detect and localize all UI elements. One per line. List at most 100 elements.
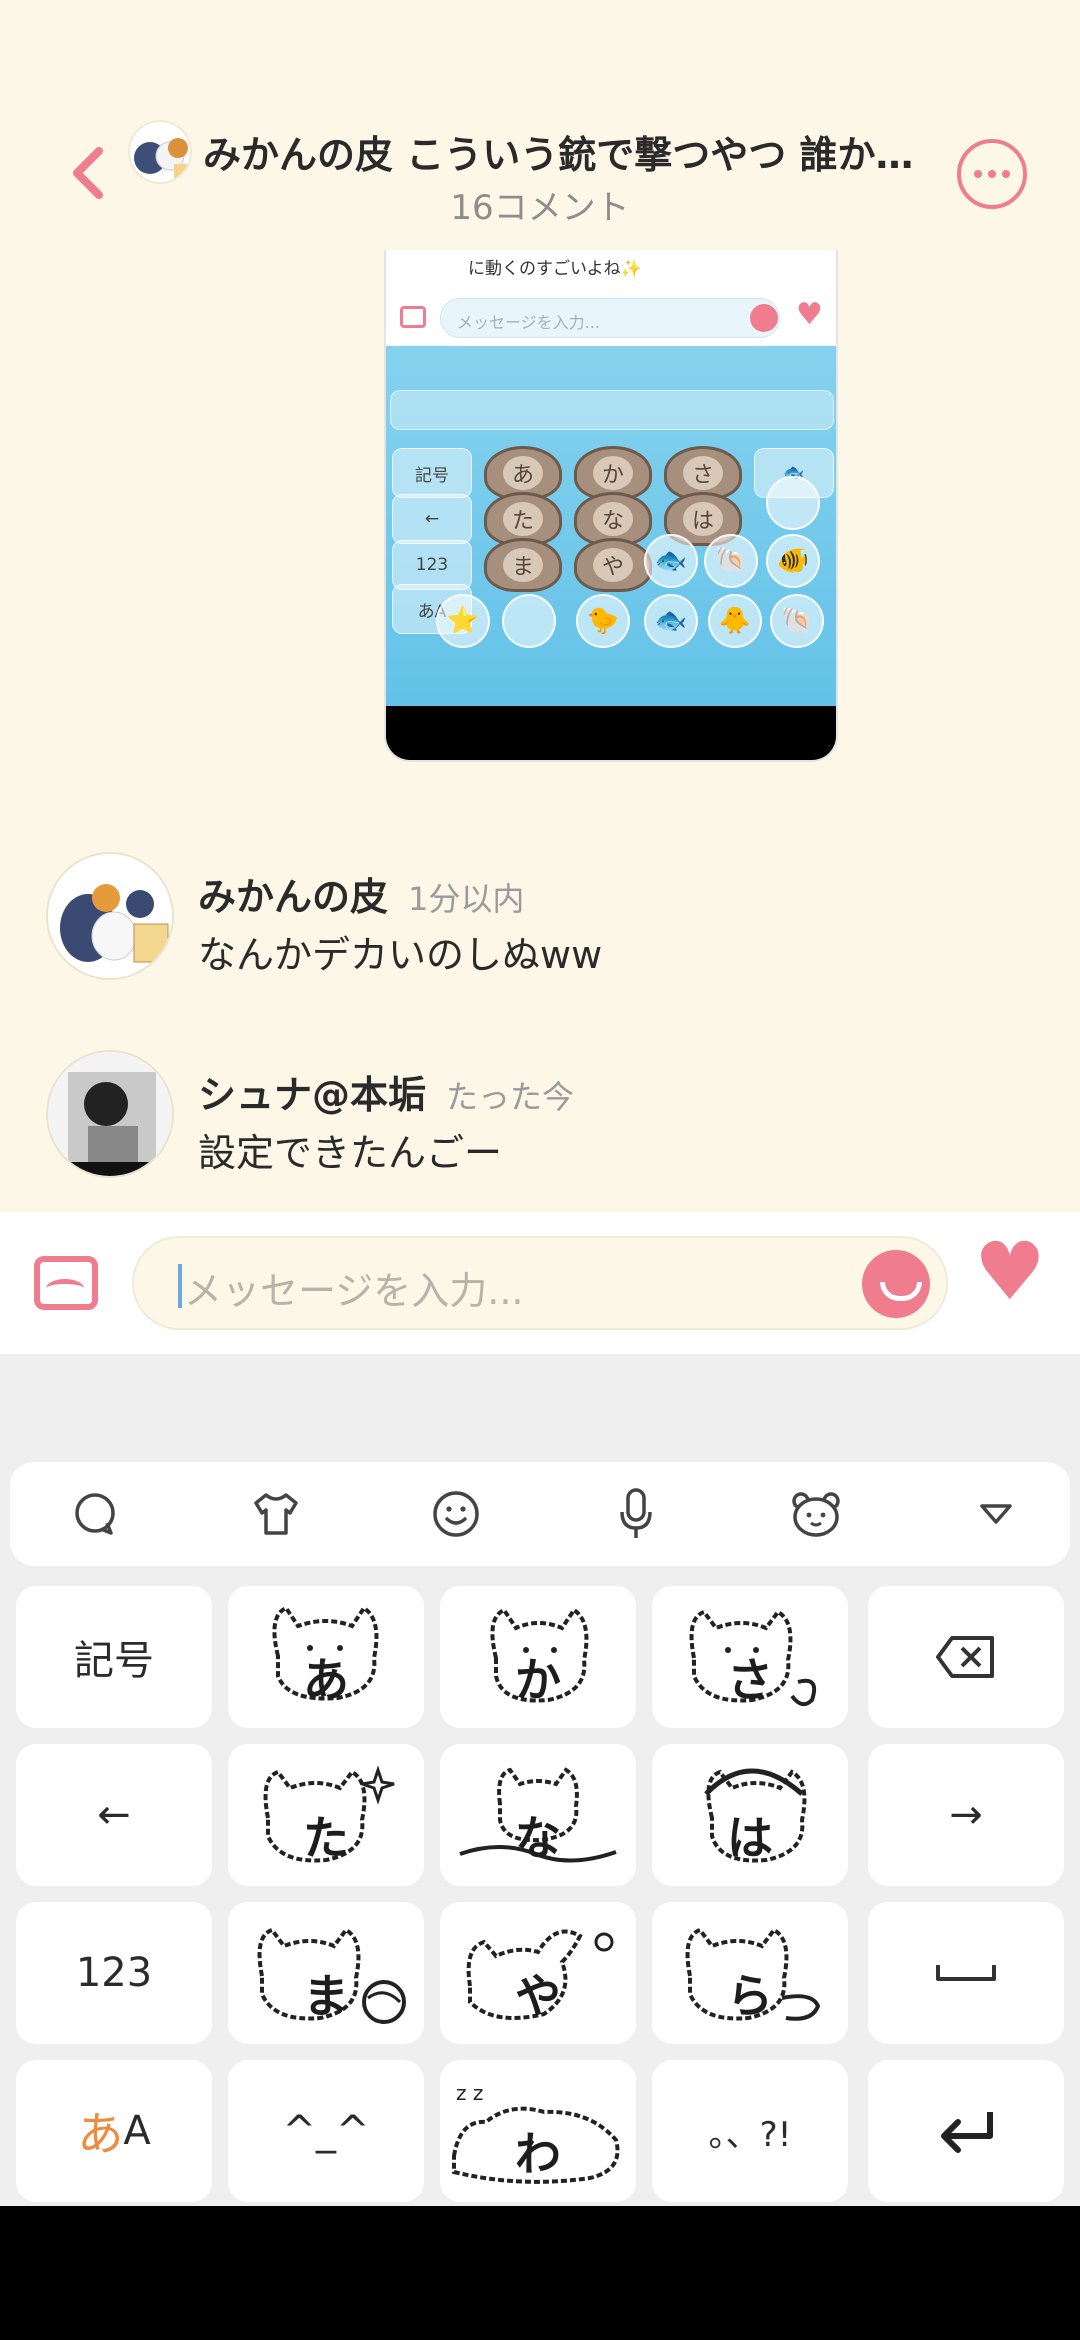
duck-bubble-icon: 🐤 — [576, 594, 630, 648]
cursor-right-key[interactable]: → — [868, 1744, 1064, 1886]
header: みかんの皮 こういう銃で撃つやつ 誰か… 16コメント — [0, 0, 1080, 240]
screenshot-key-back: ← — [392, 494, 472, 544]
key-label: ら — [727, 1969, 773, 2023]
screenshot-input-bar: メッセージを入力... ♥ — [386, 290, 836, 346]
key-na[interactable]: な — [440, 1744, 636, 1886]
comment-count: 16コメント — [450, 188, 630, 228]
key-ka[interactable]: か — [440, 1586, 636, 1728]
attached-screenshot[interactable]: に動くのすごいよね✨ メッセージを入力... ♥ 記号 ← 123 あA 🐟 あ… — [384, 250, 838, 762]
comment-time: たった今 — [446, 1078, 575, 1116]
keyboard: 記号 あ か さ ← た な は → 123 ま や ら あ A ^_^ z z… — [0, 1354, 1080, 2206]
key-sa[interactable]: さ — [652, 1586, 848, 1728]
key-ma[interactable]: ま — [228, 1902, 424, 2044]
more-options-button[interactable] — [957, 139, 1027, 209]
comment-text: なんかデカいのしぬww — [198, 933, 603, 977]
bear-face-icon[interactable] — [786, 1484, 846, 1544]
author-name: みかんの皮 — [198, 875, 389, 919]
enter-icon — [941, 2112, 993, 2153]
star-bubble-icon: ⭐ — [436, 594, 490, 648]
comment-author: みかんの皮 1分以内 — [198, 866, 524, 921]
screenshot-keyboard: 記号 ← 123 あA 🐟 あ か さ た な は ま や 🐟 🐚 🐠 ⭐ 🐤 … — [386, 346, 836, 706]
heart-icon: ♥ — [796, 297, 823, 332]
image-icon — [400, 306, 426, 328]
key-ha[interactable]: は — [652, 1744, 848, 1886]
screenshot-nav-bar — [386, 706, 836, 760]
key-label: か — [515, 1653, 561, 1707]
key-label: あ — [303, 1653, 349, 1707]
message-input[interactable]: メッセージを入力... — [132, 1236, 948, 1330]
fish-bubble-icon: 🐟 — [644, 594, 698, 648]
key-label: ま — [303, 1969, 349, 2023]
key-symbols[interactable]: 記号 — [16, 1586, 212, 1728]
shell-bubble-icon: 🐚 — [770, 594, 824, 648]
key-label: た — [303, 1811, 349, 1865]
comment-author: シュナ@本垢 たった今 — [198, 1064, 574, 1119]
screenshot-key-num: 123 — [392, 540, 472, 590]
stamp-button[interactable] — [862, 1250, 930, 1318]
search-icon[interactable] — [66, 1484, 126, 1544]
fish-bubble-icon: 🐟 — [644, 534, 698, 588]
punctuation-key[interactable]: 。、?! — [652, 2060, 848, 2202]
bubble-icon — [502, 594, 556, 648]
comment-item: みかんの皮 1分以内 なんかデカいのしぬww — [0, 852, 1080, 982]
screenshot-key-symbols: 記号 — [392, 448, 472, 498]
key-wa[interactable]: z z わ — [440, 2060, 636, 2202]
image-attach-button[interactable] — [34, 1256, 98, 1310]
svg-text:z z: z z — [456, 2081, 483, 2105]
message-input-bar: メッセージを入力... ♥ — [0, 1212, 1080, 1354]
like-button[interactable]: ♥ — [974, 1232, 1046, 1312]
key-a[interactable]: あ — [228, 1586, 424, 1728]
avatar[interactable] — [46, 1050, 174, 1178]
alpha-mode-label: A — [123, 2108, 151, 2154]
text-caret — [178, 1264, 182, 1308]
screenshot-caption: に動くのすごいよね✨ — [386, 250, 836, 290]
otter-key: や — [574, 538, 652, 592]
shell-bubble-icon: 🐚 — [704, 534, 758, 588]
mic-icon[interactable] — [606, 1484, 666, 1544]
face-mark-key[interactable]: ^_^ — [228, 2060, 424, 2202]
screenshot-placeholder: メッセージを入力... — [440, 298, 780, 338]
dot-icon — [974, 170, 982, 178]
kana-mode-label: あ — [77, 2107, 124, 2161]
smile-icon — [750, 304, 778, 332]
space-key[interactable] — [868, 1902, 1064, 2044]
shirt-icon[interactable] — [246, 1484, 306, 1544]
avatar-illustration-icon — [48, 1052, 172, 1176]
comment-text: 設定できたんごー — [198, 1131, 503, 1175]
key-label: さ — [727, 1653, 773, 1707]
numbers-key[interactable]: 123 — [16, 1902, 212, 2044]
backspace-key[interactable] — [868, 1586, 1064, 1728]
key-label: な — [515, 1811, 561, 1865]
system-navigation-bar — [0, 2206, 1080, 2340]
message-placeholder: メッセージを入力... — [184, 1269, 524, 1313]
key-ra[interactable]: ら — [652, 1902, 848, 2044]
key-ta[interactable]: た — [228, 1744, 424, 1886]
keyboard-toolbar — [10, 1462, 1070, 1566]
key-ya[interactable]: や — [440, 1902, 636, 2044]
bubble-icon — [766, 476, 820, 530]
emoji-icon[interactable] — [426, 1484, 486, 1544]
avatar[interactable] — [46, 852, 174, 980]
comment-time: 1分以内 — [408, 880, 525, 918]
space-icon — [936, 1965, 996, 1981]
fish-bubble-icon: 🐠 — [766, 534, 820, 588]
otter-key: ま — [484, 538, 562, 592]
key-label: は — [727, 1811, 773, 1865]
dot-icon — [988, 170, 996, 178]
collapse-icon[interactable] — [966, 1484, 1026, 1544]
avatar-illustration-icon — [48, 854, 172, 978]
enter-key[interactable] — [868, 2060, 1064, 2202]
input-mode-key[interactable]: あA — [16, 2060, 212, 2202]
avatar-illustration-icon — [134, 138, 190, 180]
key-label: や — [515, 1969, 561, 2023]
cursor-left-key[interactable]: ← — [16, 1744, 212, 1886]
key-label: わ — [515, 2127, 561, 2181]
dot-icon — [1002, 170, 1010, 178]
author-name: シュナ@本垢 — [198, 1073, 427, 1117]
page-title: みかんの皮 こういう銃で撃つやつ 誰か… — [203, 133, 914, 177]
bird-bubble-icon: 🐥 — [708, 594, 762, 648]
backspace-icon — [936, 1636, 994, 1678]
screenshot-toolbar — [390, 390, 834, 430]
comment-item: シュナ@本垢 たった今 設定できたんごー — [0, 1050, 1080, 1180]
room-avatar[interactable] — [128, 120, 192, 184]
